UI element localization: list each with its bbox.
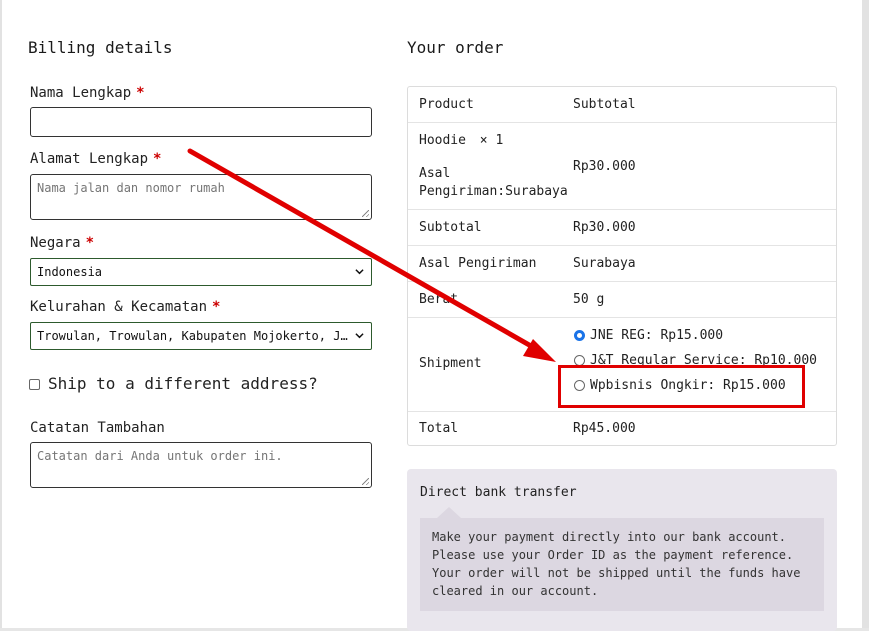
- name-label-text: Nama Lengkap: [30, 85, 132, 101]
- item-qty: × 1: [479, 133, 504, 148]
- item-origin: Asal Pengiriman:Surabaya: [419, 165, 568, 201]
- resize-grip-icon[interactable]: [362, 210, 369, 217]
- shipment-label: Shipment: [419, 356, 482, 371]
- required-mark: *: [212, 299, 221, 315]
- payment-method-bacs[interactable]: Direct bank transfer: [420, 485, 577, 500]
- subtotal-label: Subtotal: [419, 220, 482, 235]
- item-origin-label: Asal Pengiriman:: [419, 166, 506, 199]
- table-divider: [408, 209, 836, 210]
- resize-grip-icon[interactable]: [362, 478, 369, 485]
- item-origin-value: Surabaya: [505, 184, 568, 199]
- required-mark: *: [153, 151, 162, 167]
- order-notes-field[interactable]: [30, 442, 372, 488]
- highlight-box: [558, 365, 805, 408]
- order-heading: Your order: [407, 38, 504, 57]
- col-product-header: Product: [419, 97, 474, 112]
- ship-different-checkbox[interactable]: [29, 379, 40, 390]
- chevron-down-icon: [355, 333, 364, 339]
- table-divider: [408, 245, 836, 246]
- payment-description: Make your payment directly into our bank…: [432, 530, 801, 598]
- total-label: Total: [419, 421, 459, 436]
- table-divider: [408, 317, 836, 318]
- item-name: Hoodie × 1: [419, 133, 503, 148]
- origin-value: Surabaya: [573, 256, 636, 271]
- address-field[interactable]: [30, 174, 372, 220]
- country-label: Negara *: [30, 235, 94, 251]
- country-select-value: Indonesia: [37, 265, 103, 279]
- window-edge-left: [0, 0, 2, 631]
- payment-description-box: Make your payment directly into our bank…: [420, 518, 824, 611]
- required-mark: *: [85, 235, 95, 251]
- col-subtotal-header: Subtotal: [573, 97, 636, 112]
- name-field[interactable]: [30, 107, 372, 137]
- country-select[interactable]: Indonesia: [30, 258, 372, 286]
- table-divider: [408, 122, 836, 123]
- table-divider: [408, 411, 836, 412]
- notes-label: Catatan Tambahan: [30, 420, 165, 436]
- item-name-text: Hoodie: [419, 133, 466, 148]
- table-divider: [408, 281, 836, 282]
- name-label: Nama Lengkap *: [30, 85, 145, 101]
- country-label-text: Negara: [30, 235, 81, 251]
- weight-label: Berat: [419, 292, 459, 307]
- address-label: Alamat Lengkap *: [30, 151, 161, 167]
- total-value: Rp45.000: [573, 421, 636, 436]
- subtotal-value: Rp30.000: [573, 220, 636, 235]
- window-edge-right: [862, 0, 869, 631]
- chevron-down-icon: [355, 269, 364, 275]
- payment-desc-pointer: [437, 507, 461, 518]
- ship-different-label[interactable]: Ship to a different address?: [48, 374, 318, 393]
- address-label-text: Alamat Lengkap: [30, 151, 149, 167]
- shipping-radio-jne[interactable]: [574, 330, 585, 341]
- shipping-option-jne[interactable]: JNE REG: Rp15.000: [590, 328, 723, 343]
- item-price: Rp30.000: [573, 159, 636, 174]
- required-mark: *: [136, 85, 145, 101]
- weight-value: 50 g: [573, 292, 605, 307]
- payment-methods: Direct bank transfer Make your payment d…: [407, 469, 837, 631]
- district-label-text: Kelurahan & Kecamatan: [30, 299, 208, 315]
- billing-heading: Billing details: [28, 38, 173, 57]
- district-select-value: Trowulan, Trowulan, Kabupaten Mojokerto,…: [37, 329, 352, 343]
- district-label: Kelurahan & Kecamatan *: [30, 299, 220, 315]
- district-select[interactable]: Trowulan, Trowulan, Kabupaten Mojokerto,…: [30, 322, 372, 350]
- origin-label: Asal Pengiriman: [419, 256, 537, 271]
